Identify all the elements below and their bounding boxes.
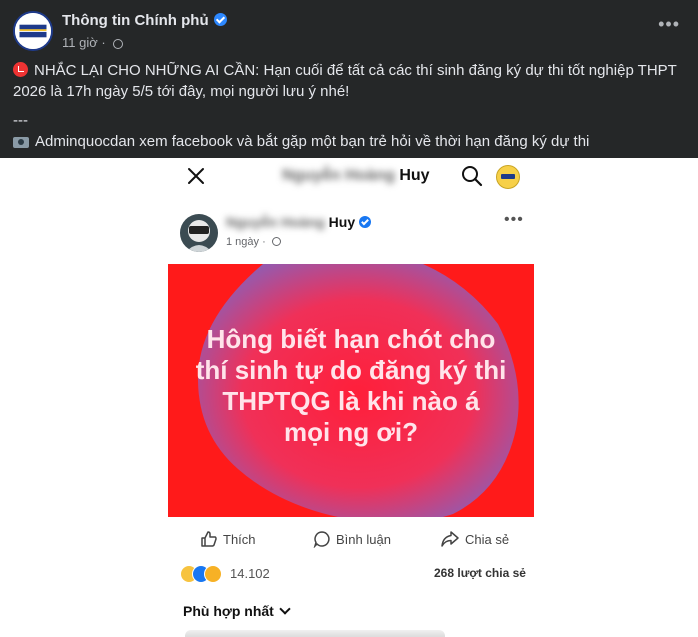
caption-separator: --- — [13, 112, 28, 129]
comment-bubble-icon — [313, 531, 330, 549]
visible-name: Huy — [399, 167, 430, 184]
post-meta: 11 giờ · — [62, 35, 124, 50]
share-label: Chia sẻ — [465, 532, 510, 547]
share-button[interactable]: Chia sẻ — [440, 530, 509, 548]
sad-reaction-icon — [204, 565, 222, 583]
globe-icon — [113, 39, 124, 49]
page-avatar[interactable] — [13, 11, 53, 51]
post-image-text: Hông biết hạn chót cho thí sinh tự do đă… — [168, 324, 534, 448]
inner-more-button[interactable]: ••• — [504, 211, 524, 229]
inner-post-meta: 1 ngày · — [226, 236, 281, 248]
sort-label: Phù hợp nhất — [183, 603, 274, 619]
share-count[interactable]: 268 lượt chia sẻ — [434, 566, 526, 580]
verified-badge-icon — [213, 13, 227, 26]
inner-visible-name[interactable]: Huy — [329, 214, 355, 230]
caption-line-2: Adminquocdan xem facebook và bắt gặp một… — [13, 131, 693, 152]
post-image[interactable]: Hông biết hạn chót cho thí sinh tự do đă… — [168, 264, 534, 517]
page-name-row: Thông tin Chính phủ — [62, 12, 227, 29]
share-arrow-icon — [441, 531, 459, 547]
caption-text-2: Adminquocdan xem facebook và bắt gặp một… — [35, 133, 590, 150]
next-comment-preview — [185, 630, 445, 637]
comment-label: Bình luận — [336, 532, 391, 547]
image-text-line-4: mọi ng ơi? — [283, 417, 419, 447]
inner-author: Nguyễn Hoàng Huy — [226, 214, 372, 230]
chevron-down-icon — [279, 603, 291, 615]
thumbs-up-icon — [201, 531, 217, 547]
inner-blurred-name: Nguyễn Hoàng — [226, 214, 325, 230]
topbar-profile-name: Nguyễn Hoàng Huy — [282, 167, 430, 185]
search-icon[interactable] — [461, 165, 483, 187]
reaction-count[interactable]: 14.102 — [230, 566, 270, 581]
post-header: Thông tin Chính phủ 11 giờ · ••• NHẮC LẠ… — [0, 0, 698, 158]
image-text-line-2: thí sinh tự do đăng ký thi — [195, 355, 507, 385]
topbar-avatar[interactable] — [496, 165, 520, 189]
image-text-line-1: Hông biết hạn chót cho — [206, 324, 496, 354]
page-name[interactable]: Thông tin Chính phủ — [62, 12, 209, 29]
caption-line-1: NHẮC LẠI CHO NHỮNG AI CẦN: Hạn cuối để t… — [13, 60, 693, 102]
alarm-clock-icon — [13, 62, 28, 77]
post-time[interactable]: 11 giờ — [62, 35, 98, 50]
inner-time[interactable]: 1 ngày — [226, 236, 259, 248]
inner-verified-icon — [359, 216, 372, 228]
caption-text-1: NHẮC LẠI CHO NHỮNG AI CẦN: Hạn cuối để t… — [13, 62, 677, 100]
inner-globe-icon — [271, 237, 281, 246]
post-caption: NHẮC LẠI CHO NHỮNG AI CẦN: Hạn cuối để t… — [13, 60, 693, 152]
blurred-name: Nguyễn Hoàng — [282, 167, 395, 184]
like-button[interactable]: Thích — [200, 530, 256, 548]
camera-icon — [13, 137, 29, 148]
comment-button[interactable]: Bình luận — [313, 530, 391, 549]
inner-post-avatar[interactable] — [180, 214, 218, 252]
comment-sort-dropdown[interactable]: Phù hợp nhất — [183, 603, 291, 619]
image-text-line-3: THPTQG là khi nào á — [222, 386, 480, 416]
close-icon[interactable] — [186, 166, 206, 186]
like-label: Thích — [223, 532, 256, 547]
more-options-button[interactable]: ••• — [658, 14, 680, 35]
